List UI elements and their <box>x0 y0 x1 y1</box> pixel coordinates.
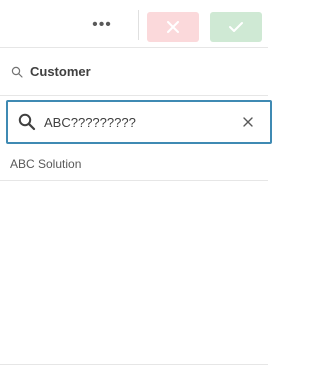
clear-search-button[interactable] <box>240 114 256 130</box>
bottom-border <box>0 364 268 376</box>
selection-toolbar: ••• <box>0 0 268 48</box>
confirm-selection-button[interactable] <box>210 12 262 42</box>
field-title: Customer <box>30 64 91 79</box>
list-item[interactable]: ABC Solution <box>0 147 268 181</box>
toolbar-divider <box>138 10 139 40</box>
list-empty-area <box>0 181 268 364</box>
close-icon <box>167 21 179 33</box>
more-options-button[interactable]: ••• <box>84 14 120 36</box>
search-box[interactable] <box>6 100 272 144</box>
search-input[interactable] <box>44 114 214 130</box>
search-icon <box>10 65 24 79</box>
checkmark-icon <box>229 22 243 32</box>
listbox-panel: ••• Customer ABC????????? ABC Solution <box>0 0 272 376</box>
field-title-row: Customer <box>0 48 268 96</box>
search-icon <box>18 113 36 131</box>
ellipsis-icon: ••• <box>92 16 112 33</box>
close-icon <box>243 117 253 127</box>
list-item-label: ABC Solution <box>10 156 82 171</box>
cancel-selection-button[interactable] <box>147 12 199 42</box>
